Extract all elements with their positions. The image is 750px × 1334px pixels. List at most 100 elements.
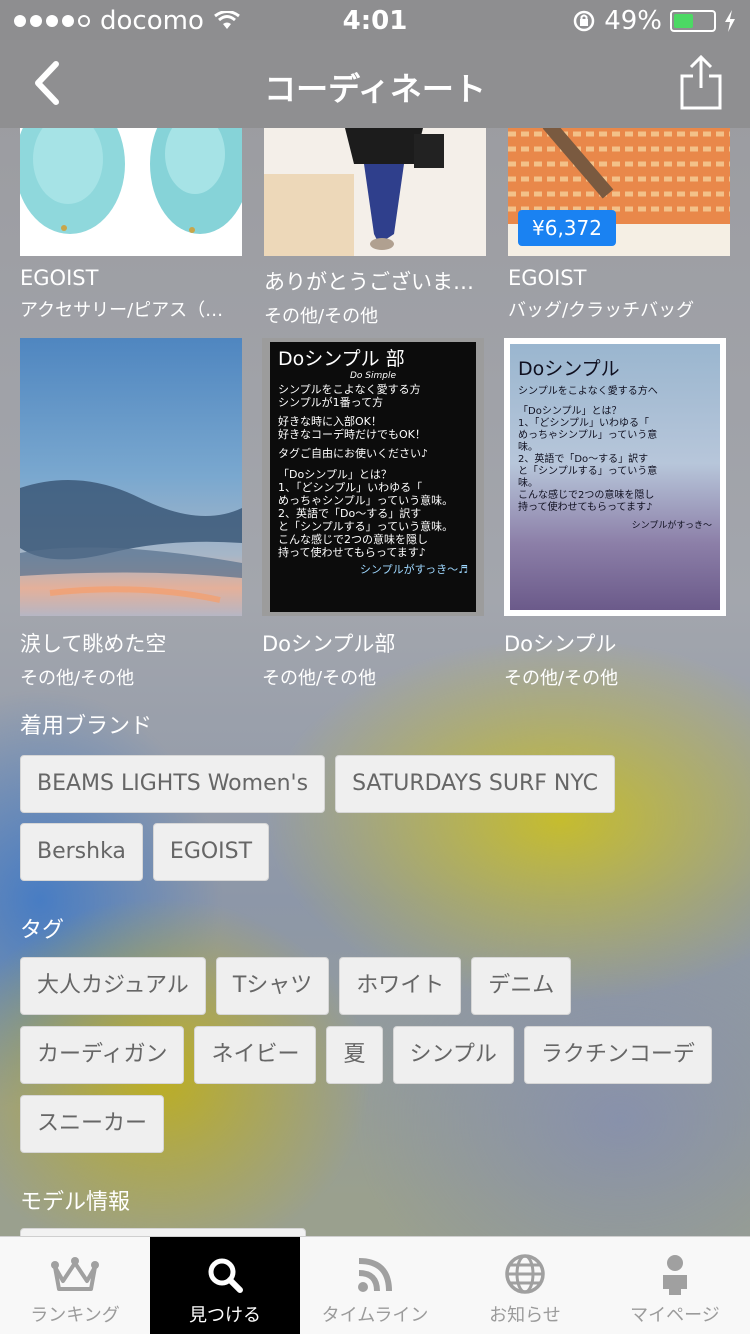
brand-chip-row: BEAMS LIGHTS Women's SATURDAYS SURF NYC xyxy=(20,755,615,813)
price-badge: ¥6,372 xyxy=(518,210,616,246)
image-text: 「Doシンプル」とは？ xyxy=(278,468,392,481)
tag-chip[interactable]: ホワイト xyxy=(339,957,462,1015)
share-icon[interactable] xyxy=(676,54,726,112)
model-info-section-title: モデル情報 xyxy=(20,1190,131,1215)
tab-ranking[interactable]: ランキング xyxy=(0,1237,150,1334)
tab-label: タイムライン xyxy=(321,1305,429,1326)
image-text: めっちゃシンプル」っていう意味。 xyxy=(278,494,454,507)
item-image-doshinpuru: Doシンプル シンプルをこよなく愛する方へ 「Doシンプル」とは？ 1、「どシン… xyxy=(504,338,726,616)
status-right: 49% xyxy=(572,6,736,36)
brand-chip[interactable]: SATURDAYS SURF NYC xyxy=(335,755,615,813)
image-text: シンプルをこよなく愛する方 xyxy=(278,383,421,396)
rotation-lock-icon xyxy=(573,10,595,32)
tab-label: ランキング xyxy=(30,1305,120,1326)
item-title: 涙して眺めた空 xyxy=(20,632,167,656)
tab-mypage[interactable]: マイページ xyxy=(600,1237,750,1334)
item-grid-row-2: 涙して眺めた空 その他/その他 Doシンプル 部 Do Simple シンプルを… xyxy=(0,338,750,689)
navigation-bar: コーディネート xyxy=(0,40,750,128)
item-image-sky xyxy=(20,338,242,616)
image-text: めっちゃシンプル」っていう意 xyxy=(518,430,658,441)
item-card[interactable]: 涙して眺めた空 その他/その他 xyxy=(20,338,242,690)
image-text: 2、英語で「Do～する」訳す xyxy=(278,507,422,520)
image-text: と「シンプルする」っていう意味。 xyxy=(278,520,454,533)
brand-chip[interactable]: Bershka xyxy=(20,823,143,881)
item-category: アクセサリー/ピアス（… xyxy=(20,300,224,321)
item-title: Doシンプル xyxy=(504,632,617,656)
image-text: シンプルがすっき～♬ xyxy=(359,563,468,576)
item-category: その他/その他 xyxy=(504,668,619,689)
item-category: その他/その他 xyxy=(264,306,379,327)
item-card[interactable]: EGOIST アクセサリー/ピアス（… xyxy=(20,128,242,322)
item-title: EGOIST xyxy=(20,266,99,290)
item-image-doshinpurubu: Doシンプル 部 Do Simple シンプルをこよなく愛する方 シンプルが1番… xyxy=(262,338,484,616)
search-icon xyxy=(208,1258,243,1293)
image-text: シンプルがすっき～ xyxy=(631,521,712,531)
tag-chip[interactable]: 夏 xyxy=(326,1026,383,1084)
image-text: 2、英語で「Do～する」訳す xyxy=(518,454,649,465)
tag-chip-row: カーディガン ネイビー 夏 シンプル ラクチンコーデ xyxy=(20,1026,712,1084)
brand-chip-row: Bershka EGOIST xyxy=(20,823,270,881)
battery-icon xyxy=(670,10,716,32)
brand-chip[interactable]: EGOIST xyxy=(152,823,270,881)
image-text: 「Doシンプル」とは？ xyxy=(518,406,622,417)
tab-label: マイページ xyxy=(630,1305,720,1326)
rss-icon xyxy=(358,1258,392,1292)
scroll-content[interactable]: EGOIST アクセサリー/ピアス（… ありがとうございま… その他/その他 ¥… xyxy=(0,128,750,1236)
image-text: シンプルをこよなく愛する方へ xyxy=(518,386,658,397)
image-text: 持って使わせてもらってます♪ xyxy=(518,502,653,513)
image-text-title: Doシンプル xyxy=(518,358,620,380)
item-category: バッグ/クラッチバッグ xyxy=(508,300,695,321)
item-card[interactable]: Doシンプル シンプルをこよなく愛する方へ 「Doシンプル」とは？ 1、「どシン… xyxy=(504,338,726,690)
tags-section-title: タグ xyxy=(20,918,65,943)
tab-timeline[interactable]: タイムライン xyxy=(300,1237,450,1334)
image-text: 1、「どシンプル」いわゆる「 xyxy=(518,418,650,429)
item-image-outfit xyxy=(264,128,486,256)
item-title: Doシンプル部 xyxy=(262,632,396,656)
image-text: 持って使わせてもらってます♪ xyxy=(278,546,426,559)
tag-chip[interactable]: スニーカー xyxy=(20,1095,165,1153)
tag-chip[interactable]: ネイビー xyxy=(194,1026,317,1084)
crown-icon xyxy=(51,1257,99,1291)
image-text-title: Doシンプル 部 xyxy=(278,348,405,370)
tag-chip[interactable]: 大人カジュアル xyxy=(20,957,206,1015)
tag-chip[interactable]: ラクチンコーデ xyxy=(523,1026,712,1084)
model-info-card[interactable] xyxy=(20,1228,306,1236)
item-card[interactable]: ¥6,372 EGOIST バッグ/クラッチバッグ xyxy=(508,128,730,322)
image-text: Do Simple xyxy=(349,371,397,381)
item-title: ありがとうございま… xyxy=(264,270,474,294)
status-bar: docomo 4:01 49% xyxy=(0,0,750,40)
image-text: シンプルが1番って方 xyxy=(278,396,384,409)
item-category: その他/その他 xyxy=(262,668,377,689)
image-text: 味。 xyxy=(518,442,538,453)
brands-section-title: 着用ブランド xyxy=(20,714,153,739)
tag-chip[interactable]: Tシャツ xyxy=(215,957,330,1015)
image-text: と「シンプルする」っていう意 xyxy=(518,466,658,477)
user-icon xyxy=(663,1255,687,1295)
image-text: 1、「どシンプル」いわゆる「 xyxy=(278,481,423,494)
image-text: 好きなコーデ時だけでもOK！ xyxy=(278,428,426,441)
brand-chip[interactable]: BEAMS LIGHTS Women's xyxy=(20,755,326,813)
tag-chip[interactable]: カーディガン xyxy=(20,1026,185,1084)
tag-chip[interactable]: デニム xyxy=(471,957,572,1015)
item-card[interactable]: ありがとうございま… その他/その他 xyxy=(264,128,486,328)
page-title: コーディネート xyxy=(264,70,486,108)
tab-label: お知らせ xyxy=(489,1305,561,1326)
image-text: こんな感じで2つの意味を隠し xyxy=(278,533,428,546)
tag-chip-row: 大人カジュアル Tシャツ ホワイト デニム xyxy=(20,957,572,1015)
tab-notifications[interactable]: お知らせ xyxy=(450,1237,600,1334)
item-image-earrings xyxy=(20,128,242,256)
item-image-clutch-bag: ¥6,372 xyxy=(508,128,730,256)
tab-discover[interactable]: 見つける xyxy=(150,1237,300,1334)
image-text: 好きな時に入部OK！ xyxy=(278,415,382,428)
tag-chip-row: スニーカー xyxy=(20,1095,165,1153)
battery-percent: 49% xyxy=(604,6,662,36)
charging-icon xyxy=(725,10,735,32)
item-title: EGOIST xyxy=(508,266,587,290)
tab-label: 見つける xyxy=(189,1305,261,1326)
globe-icon xyxy=(505,1254,545,1294)
image-text: タグご自由にお使いください♪ xyxy=(278,447,429,460)
tag-chip[interactable]: シンプル xyxy=(392,1026,514,1084)
item-card[interactable]: Doシンプル 部 Do Simple シンプルをこよなく愛する方 シンプルが1番… xyxy=(262,338,484,690)
item-category: その他/その他 xyxy=(20,668,135,689)
image-text: こんな感じで2つの意味を隠し xyxy=(518,490,655,501)
